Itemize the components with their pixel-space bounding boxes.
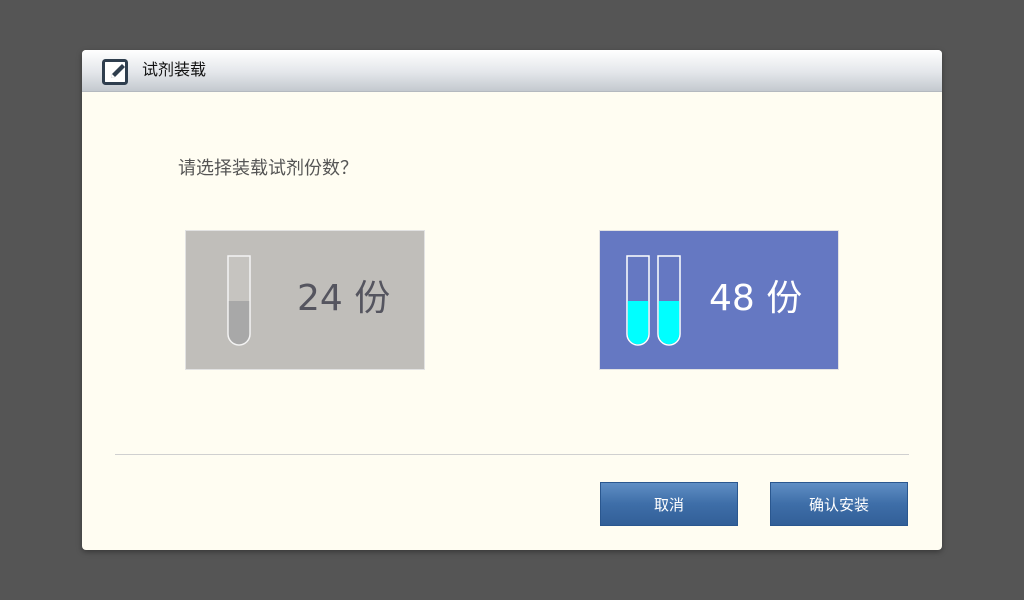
cancel-button[interactable]: 取消 bbox=[600, 482, 738, 526]
option-24-label: 24 份 bbox=[297, 278, 391, 319]
double-test-tube-icon bbox=[626, 255, 681, 346]
dialog-title-bar: 试剂装载 bbox=[82, 50, 942, 92]
edit-icon bbox=[102, 59, 128, 85]
footer-divider bbox=[115, 454, 909, 455]
prompt-text: 请选择装载试剂份数？ bbox=[178, 158, 358, 179]
reagent-loading-dialog: 试剂装载 请选择装载试剂份数？ 24 份 48 份 取消 确认安装 bbox=[82, 50, 942, 550]
option-24-copies[interactable]: 24 份 bbox=[185, 230, 425, 370]
single-test-tube-icon bbox=[227, 255, 251, 346]
confirm-install-button[interactable]: 确认安装 bbox=[770, 482, 908, 526]
option-48-copies[interactable]: 48 份 bbox=[599, 230, 839, 370]
dialog-title: 试剂装载 bbox=[142, 60, 207, 79]
option-48-label: 48 份 bbox=[709, 278, 803, 319]
